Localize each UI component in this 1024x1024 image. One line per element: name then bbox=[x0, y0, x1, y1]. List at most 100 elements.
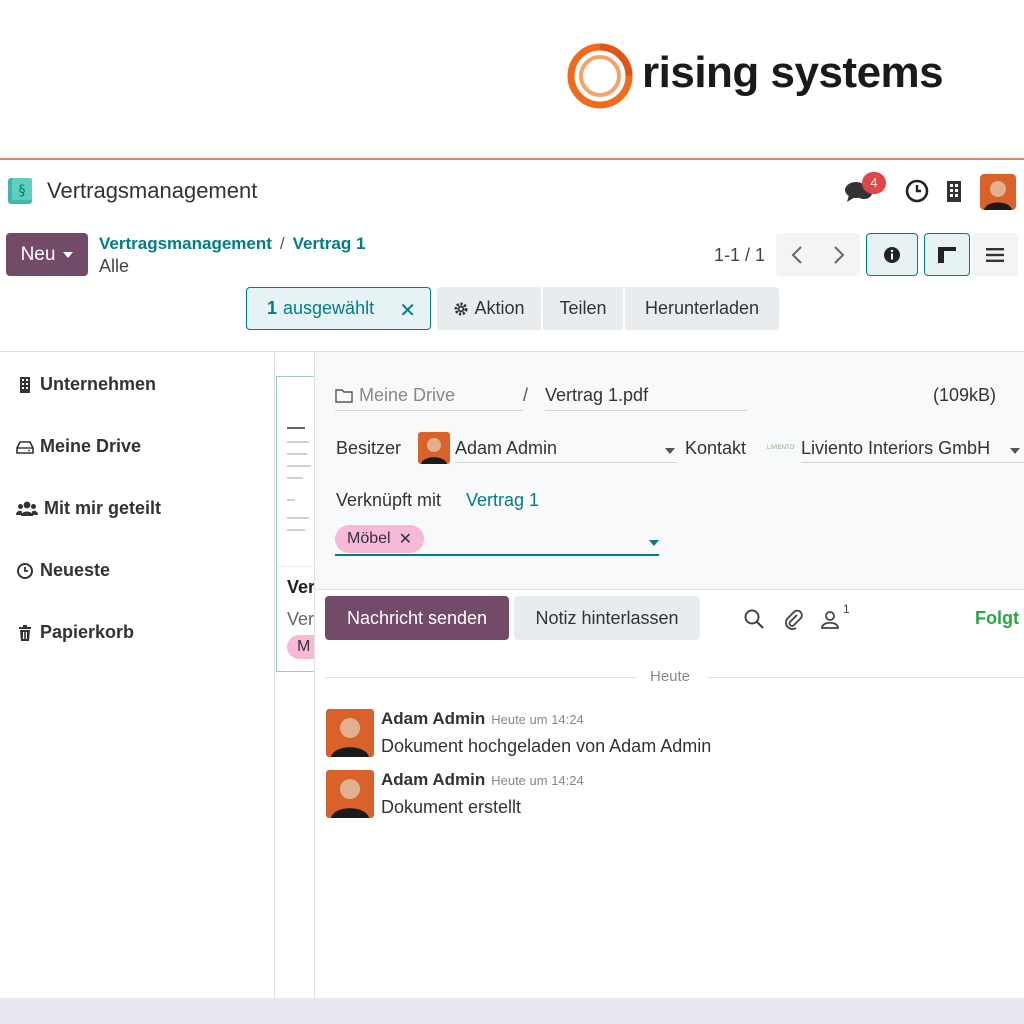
linked-record-link[interactable]: Vertrag 1 bbox=[466, 490, 539, 511]
breadcrumb: Vertragsmanagement / Vertrag 1 bbox=[99, 234, 365, 254]
pager-previous-button[interactable] bbox=[776, 233, 818, 276]
pager-value[interactable]: 1-1 / 1 bbox=[714, 245, 765, 266]
owner-label: Besitzer bbox=[336, 438, 402, 458]
follower-count: 1 bbox=[843, 602, 850, 616]
new-button[interactable]: Neu bbox=[6, 233, 88, 276]
sidebar-item-label: Mit mir geteilt bbox=[44, 498, 162, 518]
message-date: Heute um 14:24 bbox=[491, 773, 584, 788]
sidebar-item-papierkorb[interactable]: Papierkorb bbox=[16, 622, 134, 643]
tag-moebel[interactable]: Möbel ✕ bbox=[335, 525, 424, 553]
chevron-left-icon bbox=[791, 245, 802, 264]
app-topbar: § Vertragsmanagement 4 bbox=[0, 160, 1024, 222]
message-avatar[interactable] bbox=[326, 770, 374, 818]
owner-field[interactable]: Adam Admin bbox=[455, 438, 557, 459]
brand-header: rising systems bbox=[0, 0, 1024, 160]
contact-dropdown-caret-icon[interactable] bbox=[1010, 448, 1020, 454]
trash-icon bbox=[19, 624, 31, 641]
list-view-button[interactable] bbox=[972, 233, 1018, 276]
breadcrumb-subtitle: Alle bbox=[99, 256, 130, 276]
pager-next-button[interactable] bbox=[818, 233, 860, 276]
message-author-name: Adam Admin bbox=[381, 709, 486, 728]
follower-icon[interactable] bbox=[819, 608, 841, 630]
paperclip-icon[interactable] bbox=[782, 608, 804, 630]
activity-clock-icon[interactable] bbox=[904, 178, 930, 204]
sidebar-item-meine-drive[interactable]: Meine Drive bbox=[16, 436, 141, 457]
contact-label: Kontakt bbox=[685, 438, 747, 458]
action-label: Aktion bbox=[474, 298, 525, 318]
list-icon bbox=[986, 247, 1004, 262]
send-message-button[interactable]: Nachricht senden bbox=[325, 596, 509, 640]
contract-app-icon[interactable]: § bbox=[6, 176, 36, 206]
message-body: Dokument hochgeladen von Adam Admin bbox=[381, 736, 712, 756]
folder-field[interactable]: Meine Drive bbox=[335, 385, 455, 406]
document-thumbnail bbox=[277, 377, 315, 567]
info-icon bbox=[884, 246, 900, 263]
file-size: (109kB) bbox=[933, 385, 997, 405]
card-subtitle: Ver bbox=[287, 609, 315, 629]
contact-underline bbox=[801, 462, 1024, 463]
clear-selection-icon[interactable]: ✕ bbox=[399, 298, 416, 323]
new-button-label: Neu bbox=[20, 243, 56, 265]
day-divider-right bbox=[707, 677, 1024, 678]
kanban-icon bbox=[938, 246, 956, 263]
sidebar-item-unternehmen[interactable]: Unternehmen bbox=[16, 374, 156, 395]
download-button[interactable]: Herunterladen bbox=[625, 287, 779, 330]
notification-badge: 4 bbox=[862, 172, 886, 194]
follow-button[interactable]: Folgt bbox=[975, 608, 1019, 629]
remove-tag-icon[interactable]: ✕ bbox=[399, 529, 412, 549]
contact-field[interactable]: Liviento Interiors GmbH bbox=[801, 438, 1001, 459]
message-avatar[interactable] bbox=[326, 709, 374, 757]
selected-label: ausgewählt bbox=[283, 298, 375, 318]
contact-logo: LIVIENTO bbox=[767, 445, 795, 451]
selection-chip: 1 ausgewählt ✕ bbox=[246, 287, 431, 330]
chevron-right-icon bbox=[834, 245, 845, 264]
building-icon bbox=[20, 376, 30, 393]
filename-underline bbox=[545, 410, 747, 411]
breadcrumb-separator: / bbox=[279, 234, 285, 253]
owner-underline bbox=[455, 462, 677, 463]
message-author[interactable]: Adam Admin Heute um 14:24 bbox=[381, 770, 584, 790]
download-label: Herunterladen bbox=[644, 298, 760, 318]
sidebar-item-label: Papierkorb bbox=[40, 622, 135, 642]
drive-icon bbox=[16, 440, 34, 454]
user-avatar[interactable] bbox=[980, 174, 1016, 210]
document-details-panel: Meine Drive / Vertrag 1.pdf (109kB) Besi… bbox=[314, 352, 1024, 998]
document-card[interactable]: Ver Ver M bbox=[276, 376, 316, 672]
message-date: Heute um 14:24 bbox=[491, 712, 584, 727]
tags-field-underline[interactable] bbox=[335, 554, 659, 556]
tag-label: Möbel bbox=[347, 530, 391, 547]
log-note-button[interactable]: Notiz hinterlassen bbox=[514, 596, 700, 640]
message-author[interactable]: Adam Admin Heute um 14:24 bbox=[381, 709, 584, 729]
sidebar-item-neueste[interactable]: Neueste bbox=[16, 560, 110, 581]
sidebar-item-label: Unternehmen bbox=[40, 374, 157, 394]
day-divider-left bbox=[325, 677, 637, 678]
share-label: Teilen bbox=[559, 298, 607, 318]
owner-dropdown-caret-icon[interactable] bbox=[665, 448, 675, 454]
sidebar-item-mit-mir-geteilt[interactable]: Mit mir geteilt bbox=[16, 498, 161, 519]
breadcrumb-vertrag[interactable]: Vertrag 1 bbox=[293, 234, 366, 253]
folder-field-underline bbox=[335, 410, 523, 411]
selected-count: 1 bbox=[267, 298, 278, 318]
sidebar-item-label: Meine Drive bbox=[40, 436, 142, 456]
sidebar-item-label: Neueste bbox=[40, 560, 111, 580]
message-author-name: Adam Admin bbox=[381, 770, 486, 789]
filename-field[interactable]: Vertrag 1.pdf bbox=[545, 385, 648, 406]
info-panel-toggle[interactable] bbox=[866, 233, 918, 276]
clock-icon bbox=[17, 562, 33, 579]
action-button[interactable]: Aktion bbox=[437, 287, 541, 330]
share-button[interactable]: Teilen bbox=[543, 287, 623, 330]
linked-label: Verknüpft mit bbox=[336, 490, 442, 510]
sidebar-divider bbox=[274, 352, 275, 998]
folder-name: Meine Drive bbox=[359, 385, 456, 405]
kanban-view-button[interactable] bbox=[924, 233, 970, 276]
search-icon[interactable] bbox=[743, 608, 765, 630]
tags-dropdown-caret-icon[interactable] bbox=[649, 540, 659, 546]
company-building-icon[interactable] bbox=[944, 179, 964, 203]
day-separator-label: Heute bbox=[650, 668, 691, 685]
app-title[interactable]: Vertragsmanagement bbox=[47, 178, 257, 204]
svg-text:§: § bbox=[19, 183, 26, 199]
breadcrumb-vertragsmanagement[interactable]: Vertragsmanagement bbox=[99, 234, 272, 253]
document-properties: Meine Drive / Vertrag 1.pdf (109kB) Besi… bbox=[315, 352, 1024, 590]
brand-name: rising systems bbox=[642, 48, 944, 97]
gear-icon bbox=[454, 302, 468, 315]
